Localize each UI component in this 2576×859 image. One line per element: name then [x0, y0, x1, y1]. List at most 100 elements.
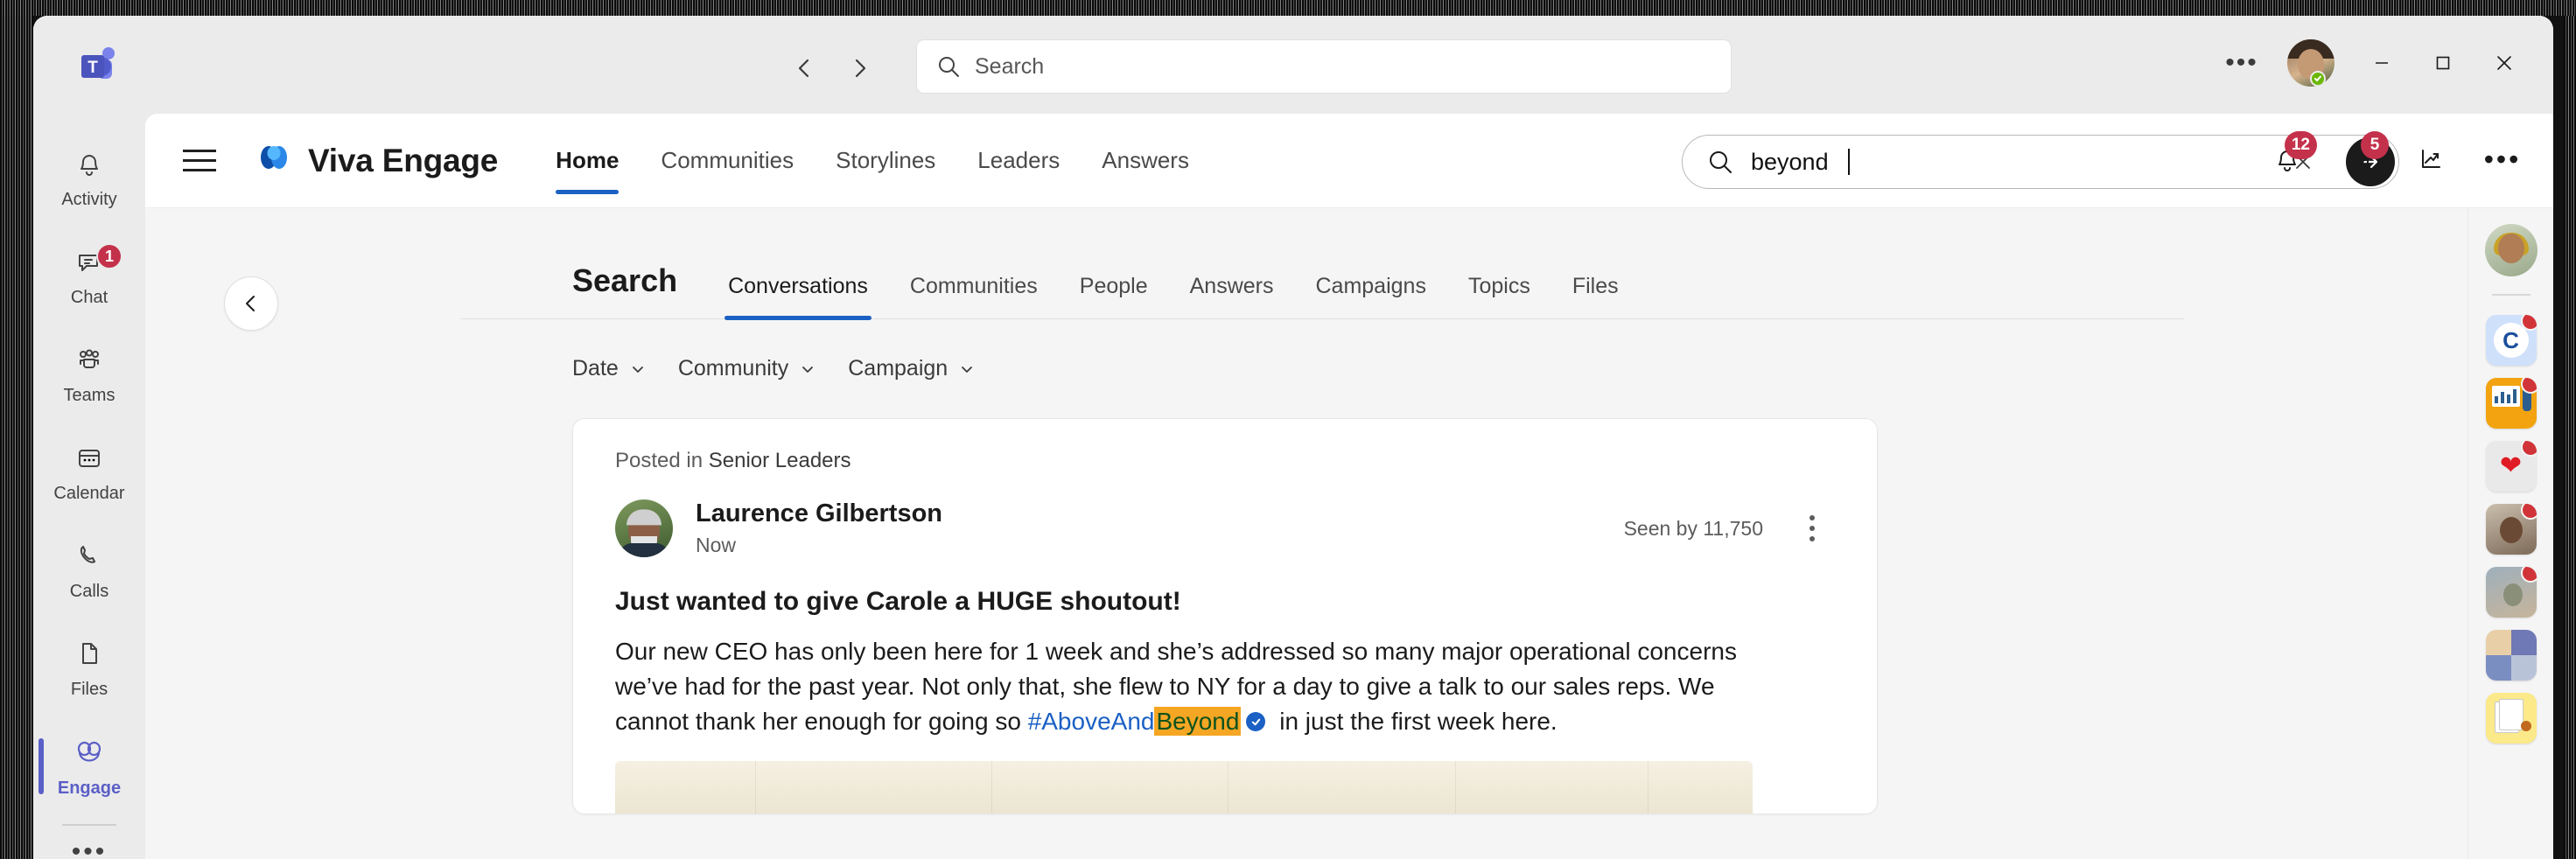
post-title: Just wanted to give Carole a HUGE shouto… — [615, 587, 1835, 617]
sidebar-item-label: Engage — [58, 779, 121, 799]
nav-storylines[interactable]: Storylines — [815, 115, 956, 206]
sidebar-item-label: Chat — [71, 288, 108, 308]
filter-label: Date — [572, 356, 619, 381]
search-center-column: Search Conversations Communities People … — [460, 208, 2263, 814]
forward-button[interactable] — [840, 49, 878, 87]
window-navigation — [786, 49, 878, 87]
brand[interactable]: Viva Engage — [256, 140, 498, 181]
file-icon — [73, 637, 106, 674]
chevron-left-icon — [241, 293, 262, 314]
post-card[interactable]: Posted in Senior Leaders Laurence Gilber… — [572, 418, 1878, 814]
global-search-box[interactable]: Search — [917, 40, 1731, 93]
right-app-rail: C ❤ — [2468, 208, 2553, 859]
app-badge-dot — [2521, 567, 2537, 583]
person-laptop-app-icon[interactable] — [2486, 567, 2537, 618]
hamburger-icon[interactable] — [172, 133, 228, 189]
engage-icon — [72, 734, 107, 773]
sidebar-item-teams[interactable]: Teams — [33, 325, 145, 423]
post-hashtag-highlight[interactable]: Beyond — [1154, 707, 1241, 736]
rail-more-button[interactable]: ••• — [33, 826, 145, 859]
notifications-button[interactable]: 12 — [2261, 133, 2314, 185]
text-cursor — [1848, 149, 1850, 175]
sidebar-item-label: Activity — [61, 190, 116, 210]
viva-engage-logo-icon — [256, 140, 292, 181]
teams-people-icon — [73, 343, 106, 381]
post-timestamp: Now — [696, 534, 942, 557]
title-bar-actions: ••• — [2217, 38, 2530, 87]
tab-people[interactable]: People — [1059, 274, 1169, 318]
avatar[interactable] — [2287, 39, 2334, 87]
documents-app-icon[interactable] — [2486, 693, 2537, 744]
person-photo-app-icon[interactable] — [2486, 504, 2537, 555]
tab-communities[interactable]: Communities — [889, 274, 1059, 318]
svg-text:T: T — [88, 59, 98, 77]
notifications-badge: 12 — [2285, 131, 2317, 159]
author-meta: Laurence Gilbertson Now — [696, 499, 942, 557]
sidebar-item-chat[interactable]: 1 Chat — [33, 227, 145, 325]
tab-conversations[interactable]: Conversations — [707, 274, 889, 318]
chat-badge: 1 — [96, 243, 122, 269]
nav-leaders[interactable]: Leaders — [956, 115, 1081, 206]
heart-app-icon[interactable]: ❤ — [2486, 441, 2537, 492]
seen-by-count: Seen by 11,750 — [1624, 517, 1763, 541]
engage-nav-links: Home Communities Storylines Leaders Answ… — [535, 115, 1210, 206]
nav-home[interactable]: Home — [535, 115, 640, 206]
filter-date[interactable]: Date — [572, 356, 647, 381]
sidebar-item-files[interactable]: Files — [33, 619, 145, 717]
inbox-button[interactable]: 5 — [2333, 133, 2385, 185]
app-rail-avatar[interactable] — [2485, 224, 2538, 276]
post-hashtag[interactable]: #AboveAnd — [1028, 708, 1155, 735]
post-community-name[interactable]: Senior Leaders — [709, 449, 851, 472]
sidebar-item-calls[interactable]: Calls — [33, 521, 145, 619]
capture-border-right — [2564, 0, 2576, 859]
sidebar-item-label: Files — [71, 680, 108, 700]
nav-communities[interactable]: Communities — [640, 115, 815, 206]
copilot-app-icon[interactable]: C — [2486, 315, 2537, 366]
chevron-down-icon — [799, 360, 816, 378]
post-attachment-preview[interactable] — [615, 761, 1753, 814]
author-avatar[interactable] — [615, 499, 673, 557]
sidebar-item-label: Teams — [64, 386, 116, 406]
title-bar: T Search ••• — [33, 16, 2553, 114]
app-badge-dot — [2521, 441, 2537, 457]
search-icon — [1707, 149, 1733, 175]
presentation-app-icon[interactable] — [2486, 378, 2537, 429]
post-body: Our new CEO has only been here for 1 wee… — [615, 634, 1761, 738]
bell-icon — [73, 147, 106, 185]
author-name[interactable]: Laurence Gilbertson — [696, 499, 942, 528]
calendar-icon — [73, 441, 106, 478]
engage-more-button[interactable]: ••• — [2476, 133, 2529, 185]
teams-left-rail: Activity 1 Chat Teams — [33, 114, 145, 859]
maximize-button[interactable] — [2417, 38, 2469, 87]
people-grid-app-icon[interactable] — [2486, 630, 2537, 681]
back-button[interactable] — [786, 49, 824, 87]
global-search-placeholder: Search — [975, 54, 1044, 80]
post-more-menu-icon[interactable] — [1789, 506, 1835, 551]
filter-community[interactable]: Community — [678, 356, 816, 381]
nav-answers[interactable]: Answers — [1081, 115, 1210, 206]
analytics-button[interactable] — [2404, 133, 2457, 185]
screen: T Search ••• — [0, 0, 2576, 859]
capture-border-left — [0, 0, 33, 859]
tab-files[interactable]: Files — [1551, 274, 1640, 318]
title-bar-more-button[interactable]: ••• — [2217, 38, 2266, 87]
analytics-icon — [2415, 143, 2446, 175]
post-author-row: Laurence Gilbertson Now Seen by 11,750 — [615, 499, 1835, 557]
viva-engage-app: Viva Engage Home Communities Storylines … — [145, 114, 2553, 859]
post-community-line: Posted in Senior Leaders — [615, 449, 1835, 473]
close-button[interactable] — [2478, 38, 2530, 87]
engage-search-input[interactable]: beyond — [1751, 149, 1829, 176]
sidebar-item-activity[interactable]: Activity — [33, 129, 145, 227]
sidebar-item-label: Calendar — [53, 484, 124, 504]
page-back-button[interactable] — [224, 276, 278, 331]
tab-topics[interactable]: Topics — [1447, 274, 1551, 318]
tab-campaigns[interactable]: Campaigns — [1295, 274, 1447, 318]
filter-campaign[interactable]: Campaign — [848, 356, 976, 381]
chevron-down-icon — [629, 360, 647, 378]
minimize-button[interactable] — [2356, 38, 2408, 87]
teams-logo-icon: T — [75, 44, 121, 89]
sidebar-item-calendar[interactable]: Calendar — [33, 423, 145, 521]
engage-top-nav: Viva Engage Home Communities Storylines … — [145, 114, 2553, 208]
tab-answers[interactable]: Answers — [1169, 274, 1295, 318]
sidebar-item-engage[interactable]: Engage — [33, 717, 145, 815]
